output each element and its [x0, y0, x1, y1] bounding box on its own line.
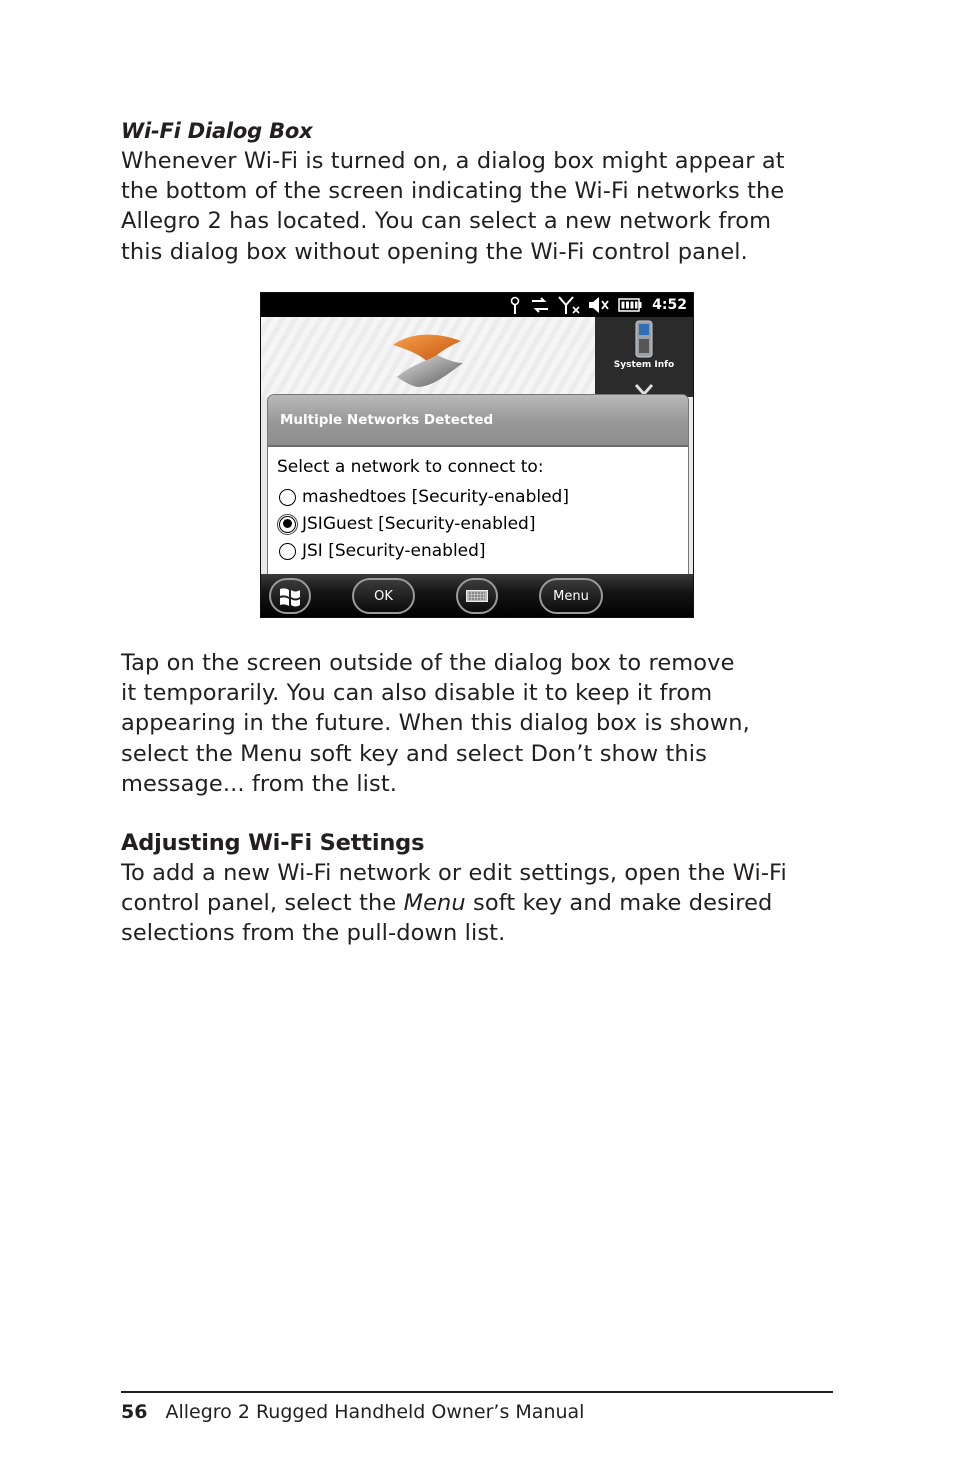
networks-dialog: Multiple Networks Detected Select a netw… — [267, 394, 689, 576]
menu-term-italic: Menu — [403, 890, 466, 917]
paragraph-adjusting: To add a new Wi-Fi network or edit setti… — [121, 858, 833, 949]
status-bar: 4:52 — [261, 293, 693, 317]
page-footer: 56 Allegro 2 Rugged Handheld Owner’s Manu… — [121, 1398, 584, 1426]
device-screenshot: 4:52 System Info Multiple Networks Detec… — [260, 292, 694, 618]
network-option-jsiguest[interactable]: JSIGuest [Security-enabled] — [277, 513, 536, 535]
page-number: 56 — [121, 1401, 148, 1423]
today-screen[interactable]: System Info — [261, 317, 693, 397]
windows-logo-icon — [280, 588, 300, 607]
network-label: JSI [Security-enabled] — [302, 541, 486, 561]
speaker-muted-icon — [588, 293, 610, 317]
clock-time: 4:52 — [652, 297, 687, 313]
network-label: JSIGuest [Security-enabled] — [302, 514, 536, 534]
ok-softkey-button[interactable]: OK — [352, 578, 415, 614]
heading-adjusting-wifi-settings: Adjusting Wi-Fi Settings — [121, 830, 425, 856]
manual-title: Allegro 2 Rugged Handheld Owner’s Manual — [165, 1401, 585, 1423]
radio-button-selected[interactable] — [277, 513, 298, 535]
dialog-title: Multiple Networks Detected — [268, 395, 688, 447]
keyboard-button[interactable] — [456, 578, 498, 614]
sync-arrows-icon — [530, 293, 550, 317]
battery-icon — [618, 293, 642, 317]
keyboard-icon — [466, 590, 488, 602]
paragraph-dialog-usage: Tap on the screen outside of the dialog … — [121, 650, 750, 797]
network-label: mashedtoes [Security-enabled] — [302, 487, 569, 507]
system-info-tile[interactable]: System Info — [595, 317, 693, 397]
soft-key-bar: OK Menu — [261, 574, 693, 617]
menu-softkey-button[interactable]: Menu — [539, 578, 603, 614]
system-info-label: System Info — [613, 360, 675, 370]
dialog-prompt: Select a network to connect to: — [277, 457, 544, 477]
network-option-mashedtoes[interactable]: mashedtoes [Security-enabled] — [279, 487, 569, 507]
paragraph-intro: Whenever Wi-Fi is turned on, a dialog bo… — [121, 148, 785, 265]
no-signal-icon — [558, 293, 580, 317]
start-button[interactable] — [269, 578, 311, 614]
antenna-icon — [508, 293, 522, 317]
brand-logo-icon — [393, 334, 463, 387]
radio-button-unselected[interactable] — [279, 488, 296, 506]
network-option-jsi[interactable]: JSI [Security-enabled] — [279, 541, 486, 561]
footer-divider — [121, 1391, 833, 1393]
subheading-wifi-dialog-box: Wi-Fi Dialog Box — [121, 119, 313, 143]
radio-button-unselected[interactable] — [279, 542, 296, 560]
manual-page: Wi-Fi Dialog Box Whenever Wi-Fi is turne… — [0, 0, 954, 1475]
handheld-device-icon — [635, 320, 653, 358]
